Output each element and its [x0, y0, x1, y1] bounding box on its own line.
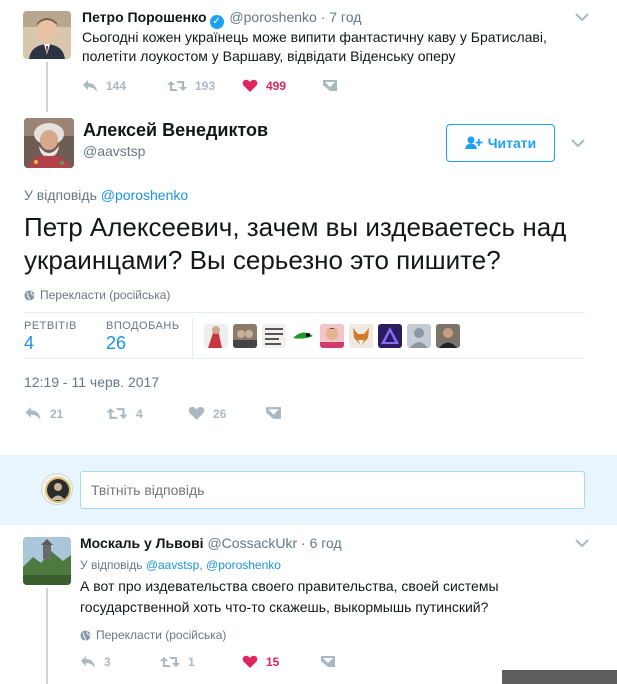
heart-icon [242, 655, 258, 668]
liker-avatar[interactable] [320, 324, 344, 348]
reply-context: У відповідь @poroshenko [24, 187, 188, 203]
tweet-header: Петро Порошенко ✓ @poroshenko · 7 год [82, 9, 361, 29]
retweet-count: 1 [188, 655, 195, 669]
tweet-actions: 21 4 26 [24, 406, 282, 421]
retweet-button[interactable]: 1 [160, 655, 242, 669]
tweet-time[interactable]: · 7 год [321, 9, 362, 25]
like-button[interactable]: 26 [188, 406, 265, 421]
reply-input[interactable] [80, 471, 585, 509]
author-handle[interactable]: @CossackUkr [207, 535, 297, 551]
divider [24, 312, 585, 313]
avatar[interactable] [23, 11, 71, 59]
retweet-count: 4 [136, 406, 143, 421]
reply-to-link[interactable]: @poroshenko [206, 558, 281, 572]
divider [192, 318, 193, 358]
retweet-button[interactable]: 193 [167, 79, 242, 93]
avatar[interactable] [23, 537, 71, 585]
author-handle[interactable]: @aavstsp [83, 143, 145, 159]
tweet-header: Москаль у Львові @CossackUkr · 6 год [80, 535, 342, 552]
reply-count: 144 [106, 79, 127, 93]
liker-avatar[interactable] [349, 324, 373, 348]
like-count: 26 [213, 406, 227, 421]
avatar[interactable] [41, 473, 73, 505]
reply-icon [83, 80, 97, 92]
page-overlay-edge [502, 670, 617, 684]
tweet-text: Петр Алексеевич, зачем вы издеваетесь на… [24, 212, 567, 275]
like-count: 499 [266, 79, 287, 93]
parent-tweet[interactable]: Петро Порошенко ✓ @poroshenko · 7 год Сьо… [0, 0, 617, 113]
tweet-actions: 3 1 15 [80, 655, 336, 669]
like-button[interactable]: 15 [242, 655, 320, 669]
reply-icon [25, 407, 41, 420]
liker-avatar[interactable] [262, 324, 286, 348]
author-name[interactable]: Петро Порошенко [82, 9, 207, 25]
heart-icon [242, 79, 258, 92]
reply-button[interactable]: 21 [24, 406, 106, 421]
avatar[interactable] [24, 118, 74, 168]
reply-prefix: У відповідь [80, 558, 143, 572]
chevron-down-icon[interactable] [571, 138, 585, 148]
translate-link[interactable]: Перекласти (російська) [24, 288, 170, 302]
reply-prefix: У відповідь [24, 187, 97, 203]
liker-avatars [204, 324, 465, 348]
globe-icon [24, 289, 35, 301]
liker-avatar[interactable] [407, 324, 431, 348]
heart-icon [188, 406, 205, 420]
reply-to-link[interactable]: @poroshenko [101, 187, 188, 203]
author-name[interactable]: Алексей Венедиктов [83, 119, 268, 141]
likes-label[interactable]: ВПОДОБАНЬ [106, 320, 180, 332]
liker-avatar[interactable] [233, 324, 257, 348]
like-count: 15 [266, 655, 280, 669]
tweet-timestamp[interactable]: 12:19 - 11 черв. 2017 [24, 374, 159, 390]
translate-link[interactable]: Перекласти (російська) [80, 628, 226, 642]
retweets-label[interactable]: РЕТВІТІВ [24, 320, 77, 332]
reply-separator: , [199, 558, 203, 572]
chevron-down-icon[interactable] [575, 538, 589, 548]
retweet-icon [160, 657, 180, 667]
thread-line-bottom [46, 588, 48, 684]
reply-context: У відповідь @aavstsp, @poroshenko [80, 558, 281, 572]
liker-avatar[interactable] [291, 324, 315, 348]
retweet-icon [167, 81, 187, 91]
reply-icon [81, 656, 95, 668]
follow-label: Читати [487, 135, 537, 151]
follow-button[interactable]: Читати [446, 124, 555, 162]
author-name[interactable]: Москаль у Львові [80, 535, 204, 551]
divider [24, 358, 585, 359]
retweet-icon [106, 408, 128, 419]
globe-icon [80, 629, 91, 641]
tweet-text: Сьогодні кожен українець може випити фан… [82, 29, 547, 64]
dm-button[interactable] [320, 655, 336, 669]
liker-avatar[interactable] [204, 324, 228, 348]
dm-icon [323, 80, 337, 91]
dm-button[interactable] [322, 79, 338, 93]
reply-button[interactable]: 144 [82, 79, 167, 93]
tweet-time[interactable]: · 6 год [301, 535, 342, 551]
retweet-count: 193 [195, 79, 216, 93]
reply-count: 3 [104, 655, 111, 669]
tweet-actions: 144 193 499 [82, 79, 338, 93]
reply-count: 21 [50, 406, 64, 421]
reply-to-link[interactable]: @aavstsp [146, 558, 200, 572]
reply-button[interactable]: 3 [80, 655, 160, 669]
follow-icon [464, 136, 483, 149]
verified-icon: ✓ [209, 15, 224, 29]
dm-button[interactable] [265, 406, 282, 421]
chevron-down-icon[interactable] [575, 12, 589, 22]
liker-avatar[interactable] [378, 324, 402, 348]
likes-value[interactable]: 26 [106, 333, 126, 354]
retweets-value[interactable]: 4 [24, 333, 34, 354]
dm-icon [321, 656, 335, 667]
tweet-text: А вот про издевательства своего правител… [80, 578, 499, 615]
dm-icon [266, 407, 281, 419]
retweet-button[interactable]: 4 [106, 406, 188, 421]
translate-label: Перекласти (російська) [40, 288, 171, 302]
author-handle[interactable]: @poroshenko [229, 9, 316, 25]
translate-label: Перекласти (російська) [96, 628, 227, 642]
liker-avatar[interactable] [436, 324, 460, 348]
like-button[interactable]: 499 [242, 79, 322, 93]
